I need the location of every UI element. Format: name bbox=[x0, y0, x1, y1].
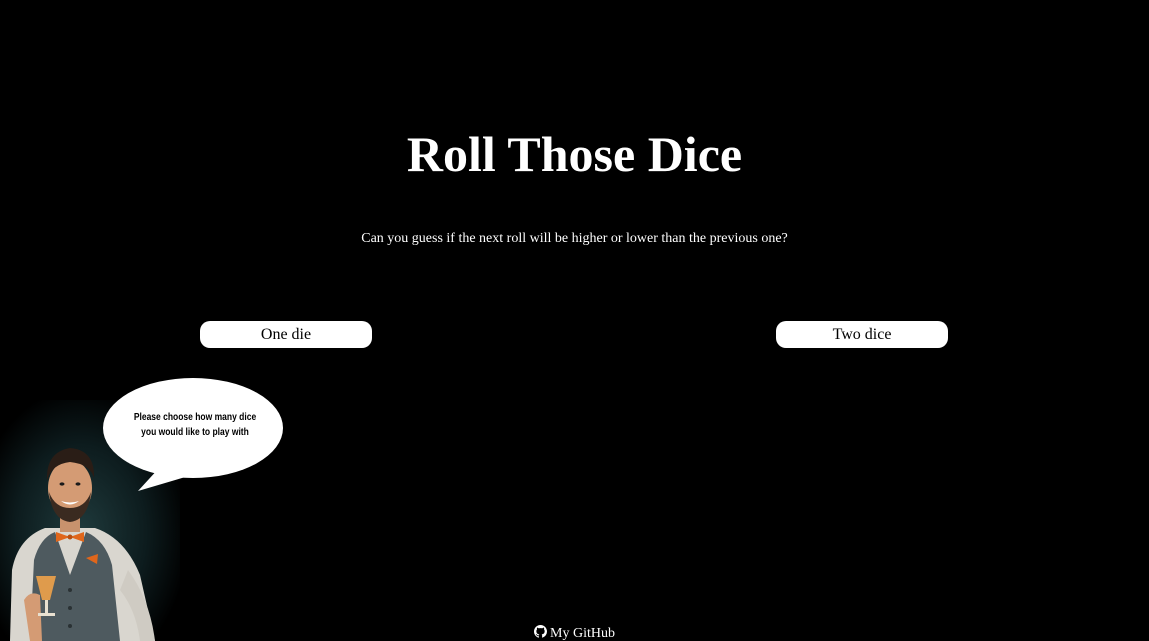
github-link[interactable]: My GitHub bbox=[0, 625, 1149, 641]
github-link-label: My GitHub bbox=[550, 626, 615, 641]
page-title: Roll Those Dice bbox=[406, 126, 743, 182]
two-dice-button[interactable]: Two dice bbox=[776, 321, 948, 348]
github-icon bbox=[534, 625, 548, 638]
speech-bubble-text: Please choose how many dice you would li… bbox=[133, 412, 257, 438]
speech-bubble: Please choose how many dice you would li… bbox=[100, 375, 290, 495]
one-die-button[interactable]: One die bbox=[200, 321, 372, 348]
page-subtitle: Can you guess if the next roll will be h… bbox=[361, 231, 788, 246]
